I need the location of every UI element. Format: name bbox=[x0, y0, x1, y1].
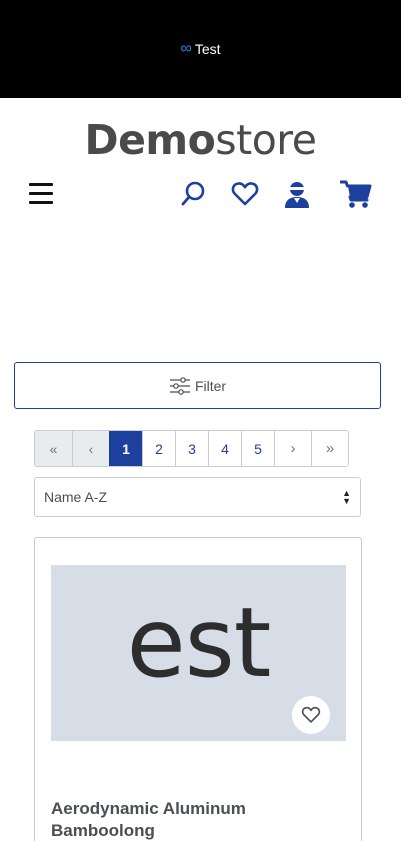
filter-button[interactable]: Filter bbox=[14, 362, 381, 409]
menu-icon[interactable] bbox=[29, 182, 53, 204]
infinity-icon: ∞ bbox=[180, 40, 192, 57]
heart-icon[interactable] bbox=[230, 178, 260, 210]
first-page-button[interactable]: « bbox=[35, 431, 72, 466]
top-banner: ∞ Test bbox=[0, 0, 401, 98]
page-2-button[interactable]: 2 bbox=[142, 431, 175, 466]
logo-bold-text: Demo bbox=[84, 116, 216, 164]
page-5-button[interactable]: 5 bbox=[241, 431, 274, 466]
product-image[interactable]: est bbox=[51, 565, 346, 741]
wishlist-heart-icon[interactable] bbox=[292, 696, 330, 734]
sort-selected-value: Name A-Z bbox=[44, 489, 108, 505]
page-4-button[interactable]: 4 bbox=[208, 431, 241, 466]
select-caret-icon: ▲ ▼ bbox=[342, 487, 351, 506]
pagination: « ‹ 1 2 3 4 5 › » bbox=[34, 430, 349, 467]
prev-page-button[interactable]: ‹ bbox=[72, 431, 109, 466]
cart-icon[interactable] bbox=[339, 178, 373, 210]
store-logo[interactable]: Demostore bbox=[0, 116, 401, 164]
filter-label: Filter bbox=[194, 377, 227, 394]
test-label: Test bbox=[194, 41, 221, 57]
last-page-button[interactable]: » bbox=[311, 431, 348, 466]
next-page-button[interactable]: › bbox=[274, 431, 311, 466]
product-image-text: est bbox=[126, 587, 272, 699]
product-card[interactable]: est Aerodynamic Aluminum Bamboolong bbox=[34, 537, 362, 841]
sliders-icon bbox=[169, 376, 190, 395]
sort-select[interactable]: Name A-Z ▲ ▼ bbox=[34, 477, 361, 517]
search-icon[interactable] bbox=[178, 178, 208, 210]
logo-light-text: store bbox=[215, 116, 317, 164]
test-badge: ∞ Test bbox=[180, 40, 221, 58]
page-1-button[interactable]: 1 bbox=[109, 431, 142, 466]
account-icon[interactable] bbox=[282, 178, 312, 210]
page-3-button[interactable]: 3 bbox=[175, 431, 208, 466]
product-name[interactable]: Aerodynamic Aluminum Bamboolong bbox=[51, 798, 341, 841]
